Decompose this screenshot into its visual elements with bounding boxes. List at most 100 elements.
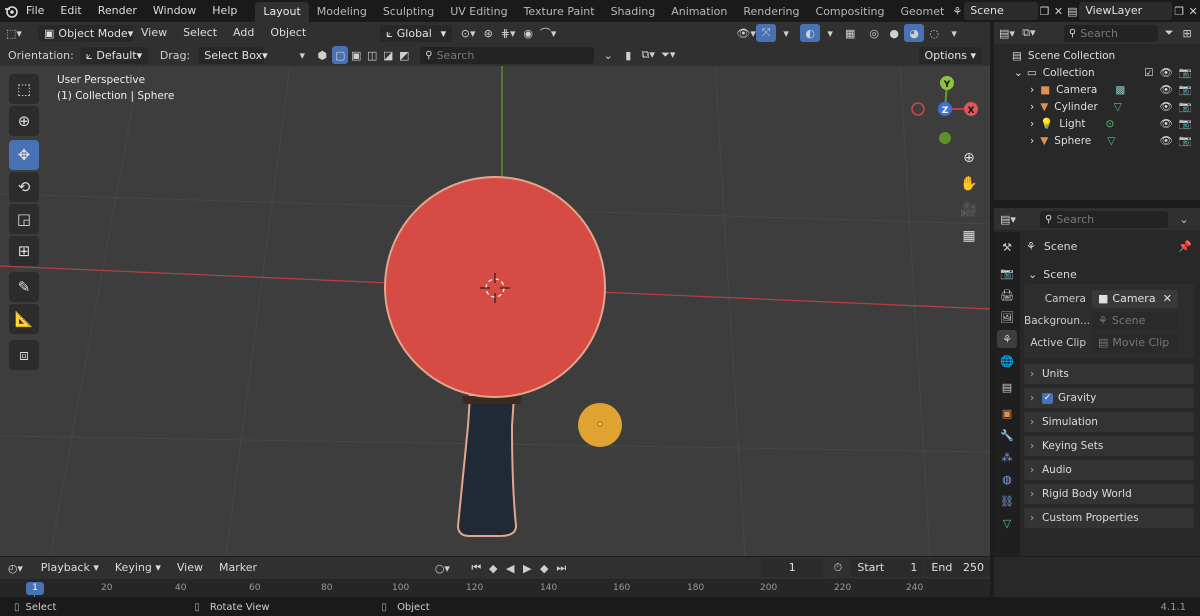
select-box-tool[interactable]: ⬚ bbox=[9, 74, 39, 104]
cursor-tool[interactable]: ⊕ bbox=[9, 106, 39, 136]
new-view-layer-icon[interactable]: ❐ bbox=[1172, 2, 1186, 20]
orientation-dropdown[interactable]: ⟀ Default ▾ bbox=[79, 46, 148, 64]
annotate-tool[interactable]: ✎ bbox=[9, 272, 39, 302]
view-layer-icon[interactable]: ▤ bbox=[1065, 2, 1079, 20]
checkbox-icon[interactable]: ☑ bbox=[1144, 67, 1153, 79]
end-frame-field[interactable]: End 250 bbox=[925, 559, 990, 577]
pivot-icon[interactable]: ⊙▾ bbox=[458, 24, 478, 42]
tool-search-box[interactable]: ⚲ Search bbox=[420, 46, 595, 64]
camera-field[interactable]: ■ Camera ✕ bbox=[1092, 290, 1178, 308]
drag-dropdown[interactable]: Select Box ▾ bbox=[198, 46, 268, 64]
modifier-tab-icon[interactable]: 🔧 bbox=[997, 426, 1017, 444]
jump-start-icon[interactable]: ⏮ bbox=[468, 559, 485, 577]
close-icon[interactable]: ✕ bbox=[1163, 290, 1172, 308]
physics-tab-icon[interactable]: ◍ bbox=[997, 470, 1017, 488]
editor-type-icon[interactable]: ⬚▾ bbox=[4, 24, 24, 42]
new-collection-icon[interactable]: ⊞ bbox=[1178, 24, 1196, 42]
camera-render-icon[interactable]: 📷 bbox=[1179, 84, 1192, 96]
camera-render-icon[interactable]: 📷 bbox=[1179, 67, 1192, 79]
keying-sets-section[interactable]: Keying Sets bbox=[1024, 436, 1194, 456]
eye-icon[interactable]: 👁 bbox=[1160, 118, 1173, 130]
timeline-menu-view[interactable]: View bbox=[169, 557, 211, 579]
camera-render-icon[interactable]: 📷 bbox=[1179, 135, 1192, 147]
menu-window[interactable]: Window bbox=[145, 0, 204, 22]
wireframe-shading-icon[interactable]: ◎ bbox=[864, 24, 884, 42]
zoom-icon[interactable]: ⊕ bbox=[957, 146, 981, 170]
jump-end-icon[interactable]: ⏭ bbox=[553, 559, 570, 577]
tab-geometry-nodes[interactable]: Geomet bbox=[892, 2, 946, 22]
pan-hand-icon[interactable]: ✋ bbox=[957, 172, 981, 196]
tab-modeling[interactable]: Modeling bbox=[309, 2, 375, 22]
measure-tool[interactable]: 📐 bbox=[9, 304, 39, 334]
proportional-edit-icon[interactable]: ◉ bbox=[518, 24, 538, 42]
view-options-icon[interactable]: ⧉▾ bbox=[638, 46, 658, 64]
camera-view-icon[interactable]: 🎥 bbox=[957, 198, 981, 222]
record-icon[interactable]: ○▾ bbox=[433, 559, 452, 577]
material-preview-icon[interactable]: ◕ bbox=[904, 24, 925, 42]
units-section[interactable]: Units bbox=[1024, 364, 1194, 384]
filter-icon[interactable]: ⏷ bbox=[1160, 24, 1178, 42]
rigid-body-world-section[interactable]: Rigid Body World bbox=[1024, 484, 1194, 504]
stopwatch-icon[interactable]: ⏱ bbox=[829, 559, 848, 577]
visibility-icon[interactable]: 👁▾ bbox=[736, 24, 756, 42]
outliner-item-camera[interactable]: › ■ Camera ▩ 👁 📷 bbox=[1012, 82, 1200, 99]
gizmo-neg-y-circle[interactable] bbox=[939, 132, 951, 144]
chevron-down-icon[interactable]: ⌄ bbox=[1174, 210, 1194, 228]
audio-section[interactable]: Audio bbox=[1024, 460, 1194, 480]
simulation-section[interactable]: Simulation bbox=[1024, 412, 1194, 432]
delete-view-layer-icon[interactable]: ✕ bbox=[1186, 2, 1200, 20]
jump-keyframe-next-icon[interactable]: ◆ bbox=[536, 559, 553, 577]
object-types-icon[interactable]: ⬢ bbox=[312, 46, 332, 64]
menu-add[interactable]: Add bbox=[225, 22, 262, 44]
collection-tab-icon[interactable]: ▤ bbox=[997, 378, 1017, 396]
editor-type-icon[interactable]: ▤▾ bbox=[998, 24, 1016, 42]
delete-scene-icon[interactable]: ✕ bbox=[1051, 2, 1065, 20]
mode-dropdown[interactable]: ▣ Object Mode ▾ bbox=[38, 24, 133, 42]
gravity-checkbox[interactable]: ✓ bbox=[1042, 392, 1053, 404]
new-scene-icon[interactable]: ❐ bbox=[1038, 2, 1052, 20]
tab-compositing[interactable]: Compositing bbox=[808, 2, 893, 22]
timeline-menu-playback[interactable]: Playback ▾ bbox=[33, 557, 107, 579]
view-layer-selector[interactable]: ViewLayer bbox=[1079, 2, 1173, 20]
outliner-search[interactable]: ⚲ Search bbox=[1063, 24, 1159, 42]
overlays-dropdown-icon[interactable]: ▾ bbox=[820, 24, 840, 42]
select-subtract-icon[interactable]: ◫ bbox=[364, 46, 380, 64]
xray-icon[interactable]: ▦ bbox=[840, 24, 860, 42]
overlays-toggle-icon[interactable]: ◐ bbox=[800, 24, 821, 42]
outliner-item-sphere[interactable]: › ▼ Sphere ▽ 👁 📷 bbox=[1012, 133, 1200, 150]
menu-render[interactable]: Render bbox=[90, 0, 145, 22]
tool-tab-icon[interactable]: ⚒ bbox=[997, 238, 1017, 256]
gizmo-toggle-icon[interactable]: ⤧ bbox=[756, 24, 777, 42]
eye-icon[interactable]: 👁 bbox=[1160, 84, 1173, 96]
menu-edit[interactable]: Edit bbox=[52, 0, 89, 22]
select-invert-icon[interactable]: ◪ bbox=[380, 46, 396, 64]
jump-keyframe-prev-icon[interactable]: ◆ bbox=[485, 559, 502, 577]
start-frame-field[interactable]: Start 1 bbox=[851, 559, 924, 577]
navigation-gizmo[interactable]: Y Z X bbox=[905, 72, 985, 152]
camera-render-icon[interactable]: 📷 bbox=[1179, 118, 1192, 130]
menu-object[interactable]: Object bbox=[262, 22, 314, 44]
transform-orientation-dropdown[interactable]: ⟀ Global ▾ bbox=[380, 24, 453, 42]
camera-render-icon[interactable]: 📷 bbox=[1179, 101, 1192, 113]
scene-icon[interactable]: ⚘ bbox=[950, 2, 964, 20]
ortho-grid-icon[interactable]: ▦ bbox=[957, 224, 981, 248]
eye-icon[interactable]: 👁 bbox=[1160, 101, 1173, 113]
tab-shading[interactable]: Shading bbox=[603, 2, 664, 22]
particles-tab-icon[interactable]: ⁂ bbox=[997, 448, 1017, 466]
playhead[interactable]: 1 bbox=[26, 582, 44, 595]
tab-animation[interactable]: Animation bbox=[663, 2, 735, 22]
timeline-ruler[interactable]: 1 20 40 60 80 100 120 140 160 180 200 22… bbox=[0, 579, 990, 597]
scene-selector[interactable]: Scene bbox=[964, 2, 1038, 20]
background-field[interactable]: ⚘ Scene bbox=[1092, 312, 1178, 330]
select-new-icon[interactable]: ▢ bbox=[332, 46, 349, 64]
fold-icon[interactable]: ⌄ bbox=[598, 46, 618, 64]
paddle-handle[interactable] bbox=[456, 395, 518, 537]
display-mode-icon[interactable]: ⧉▾ bbox=[1020, 24, 1038, 42]
filter-icon[interactable]: ⏷▾ bbox=[658, 46, 678, 64]
eye-icon[interactable]: 👁 bbox=[1160, 135, 1173, 147]
tab-texture-paint[interactable]: Texture Paint bbox=[516, 2, 603, 22]
rotate-tool[interactable]: ⟲ bbox=[9, 172, 39, 202]
bookmark-icon[interactable]: ▮ bbox=[618, 46, 638, 64]
properties-search[interactable]: ⚲ Search bbox=[1040, 210, 1168, 228]
eye-icon[interactable]: 👁 bbox=[1160, 67, 1173, 79]
